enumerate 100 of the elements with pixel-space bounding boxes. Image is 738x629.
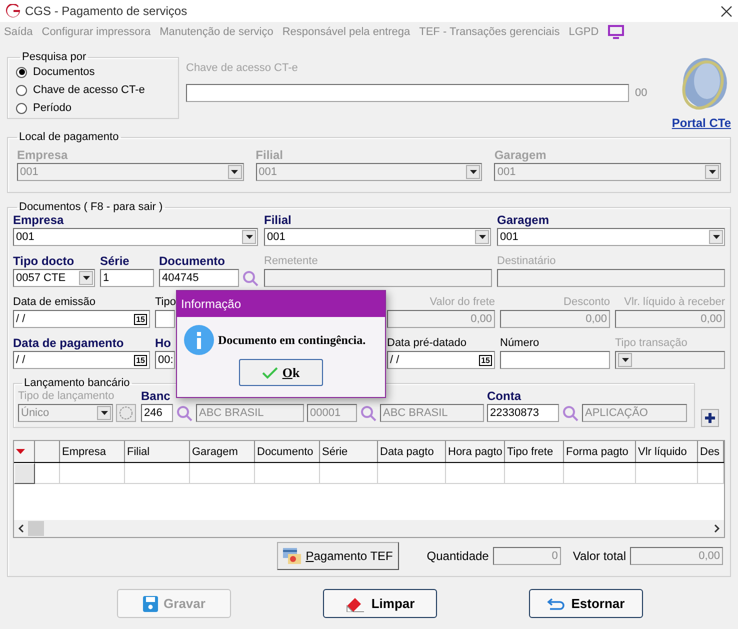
add-button[interactable]: [701, 409, 719, 427]
ok-button[interactable]: Ok: [239, 359, 323, 386]
field-label: Valor do frete: [428, 295, 495, 309]
action-button[interactable]: Estornar: [529, 589, 643, 618]
text-field[interactable]: 246: [141, 404, 173, 422]
text-field[interactable]: 22330873: [487, 404, 559, 422]
column-header[interactable]: Data pagto: [378, 441, 446, 462]
combo-box[interactable]: 001: [13, 228, 258, 246]
app-logo-icon: [6, 4, 20, 18]
column-header[interactable]: Forma pagto: [564, 441, 636, 462]
row-selector[interactable]: [14, 463, 35, 484]
field-label: Tipo docto: [13, 254, 76, 268]
field-label: Vlr. líquido à receber: [623, 295, 725, 309]
tef-button[interactable]: Pagamento TEF: [276, 542, 399, 570]
close-icon[interactable]: [721, 6, 732, 16]
column-header[interactable]: Des: [698, 441, 724, 462]
field-label: Ho: [155, 336, 172, 350]
portal-link[interactable]: Portal CTe: [672, 116, 731, 130]
column-header[interactable]: Série: [320, 441, 378, 462]
text-field[interactable]: 404745: [159, 269, 239, 287]
field-label: Data de pagamento: [13, 336, 125, 350]
field-label: Data de emissão: [13, 295, 97, 309]
radio-indicator[interactable]: [16, 66, 27, 78]
field-label: Garagem: [497, 213, 550, 227]
dropdown-button[interactable]: [709, 230, 723, 244]
table-cell: [505, 463, 564, 484]
chevron-left-icon[interactable]: [18, 524, 24, 533]
search-icon[interactable]: [562, 404, 579, 422]
dropdown-button[interactable]: [79, 271, 93, 285]
field-label: Remetente: [264, 254, 319, 268]
caret-icon: [246, 235, 252, 239]
column-header[interactable]: Vlr líquido: [636, 441, 698, 462]
field-label: Empresa: [17, 148, 69, 162]
radio-indicator[interactable]: [16, 84, 27, 96]
action-button[interactable]: Limpar: [323, 589, 437, 618]
scroll-thumb[interactable]: [28, 521, 44, 536]
dropdown-button[interactable]: [475, 230, 489, 244]
search-icon[interactable]: [176, 404, 193, 422]
dialog-title: Informação: [181, 297, 242, 311]
text-field[interactable]: 00:: [155, 351, 175, 369]
date-field[interactable]: / / 15: [387, 351, 495, 369]
field-label: Filial: [264, 213, 292, 227]
search-icon[interactable]: [360, 404, 377, 422]
column-header[interactable]: Tipo frete: [505, 441, 564, 462]
table-cell: [636, 463, 698, 484]
radio-button[interactable]: Período: [16, 99, 178, 117]
text-field[interactable]: [155, 310, 175, 328]
table-cell: [446, 463, 505, 484]
plus-icon: [705, 413, 715, 423]
field-label: Empresa: [13, 213, 65, 227]
caret-icon: [100, 411, 108, 415]
field-label: Número: [500, 336, 540, 350]
table-cell: [320, 463, 378, 484]
table-cell: [125, 463, 190, 484]
date-field[interactable]: / / 15: [13, 351, 150, 369]
search-icon[interactable]: [242, 270, 259, 286]
circle-icon: [119, 406, 133, 420]
calendar-button[interactable]: 15: [479, 354, 492, 366]
field-label: Série: [100, 254, 130, 268]
table-cell: [564, 463, 636, 484]
text-field[interactable]: 1: [100, 269, 154, 287]
combo-box[interactable]: 001: [497, 228, 725, 246]
column-header[interactable]: Empresa: [60, 441, 125, 462]
column-header[interactable]: Garagem: [190, 441, 255, 462]
table-cell: [35, 463, 60, 484]
scroll-bar[interactable]: [14, 520, 724, 537]
field-label: Conta: [487, 389, 522, 403]
field-label: Valor total: [572, 549, 626, 563]
column-header[interactable]: Filial: [125, 441, 190, 462]
column-header[interactable]: Documento: [255, 441, 320, 462]
table-cell: [255, 463, 320, 484]
caret-icon: [231, 170, 238, 174]
table-cell: [190, 463, 255, 484]
radio-button[interactable]: Documentos: [16, 63, 178, 81]
field-label: Data pré-datado: [387, 336, 468, 350]
triangle-icon[interactable]: [16, 449, 25, 454]
table-cell: [378, 463, 446, 484]
field-label: Tipo de lançamento: [18, 389, 113, 403]
text-field[interactable]: [500, 351, 610, 369]
caret-icon: [478, 235, 486, 239]
combo-box[interactable]: 001: [264, 228, 491, 246]
dropdown-button[interactable]: [242, 230, 256, 244]
card-icon: [282, 548, 301, 564]
chevron-right-icon[interactable]: [714, 524, 720, 533]
group-title: Lançamento bancário: [23, 377, 131, 389]
combo-box[interactable]: 0057 CTE: [13, 269, 95, 287]
calendar-button[interactable]: 15: [134, 354, 147, 366]
monitor-icon[interactable]: [608, 25, 624, 39]
date-field[interactable]: / / 15: [13, 310, 150, 328]
field-label: Documento: [159, 254, 226, 268]
dialog-message: Documento em contingência.: [218, 332, 366, 348]
text-field[interactable]: [186, 84, 629, 102]
radio-button[interactable]: Chave de acesso CT-e: [16, 81, 178, 99]
undo-arrow-icon: [547, 597, 566, 610]
radio-indicator[interactable]: [16, 102, 27, 114]
calendar-button[interactable]: 15: [134, 314, 147, 324]
window-title: CGS - Pagamento de serviços: [25, 4, 188, 18]
floppy-icon: [142, 596, 158, 612]
caret-icon: [622, 358, 628, 362]
column-header[interactable]: Hora pagto: [446, 441, 505, 462]
